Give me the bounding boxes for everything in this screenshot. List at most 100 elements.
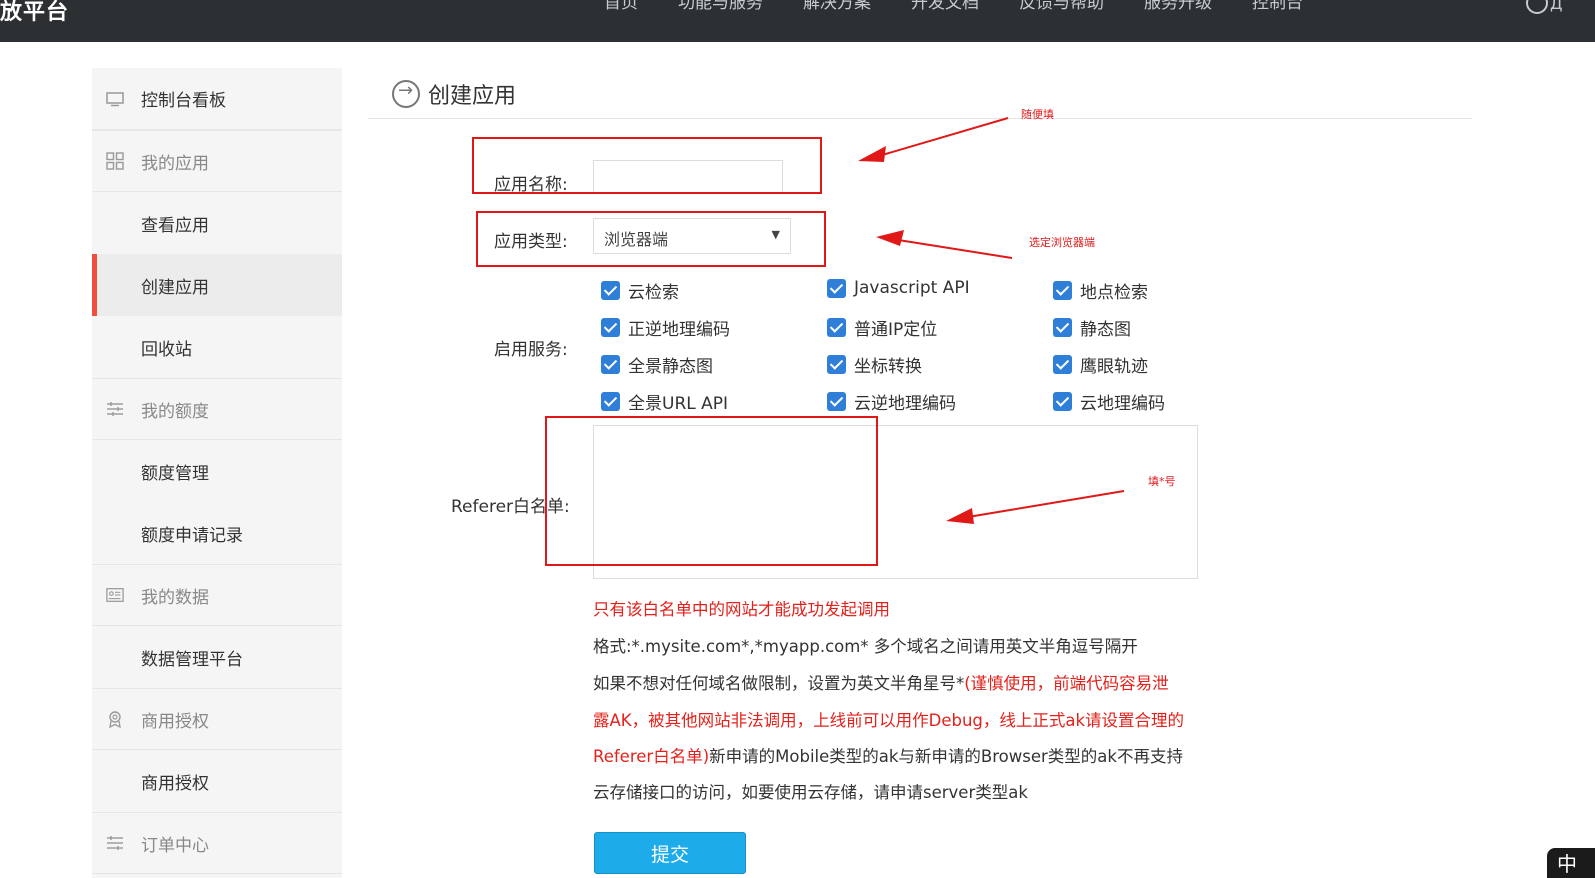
checkbox-checked-icon — [1053, 355, 1072, 374]
sidebar-item-label: 数据管理平台 — [141, 649, 243, 670]
checkbox-checked-icon — [1053, 281, 1072, 300]
top-bar: 放平台 首页 功能与服务 解决方案 开发文档 反馈与帮助 服务升级 控制台 Д — [0, 0, 1595, 42]
submit-button[interactable]: 提交 — [594, 832, 746, 874]
note-line4-warning: 露AK，被其他网站非法调用，上线前可以用作Debug，线上正式ak请设置合理的 — [593, 711, 1185, 730]
sidebar-item-label: 订单中心 — [141, 835, 209, 856]
sidebar-item-label: 我的额度 — [141, 401, 209, 422]
note-line3-text: 如果不想对任何域名做限制，设置为英文半角星号* — [593, 674, 965, 693]
service-label: 全景URL API — [628, 394, 729, 414]
award-icon — [106, 710, 124, 728]
checkbox-checked-icon — [827, 392, 846, 411]
note-line3: 如果不想对任何域名做限制，设置为英文半角星号*(谨慎使用，前端代码容易泄 — [593, 670, 1169, 694]
id-card-icon — [106, 586, 124, 604]
monitor-icon — [106, 90, 124, 108]
service-checkbox-place-search[interactable]: 地点检索 — [1053, 278, 1148, 303]
nav-item-solutions[interactable]: 解决方案 — [803, 0, 871, 18]
checkbox-checked-icon — [827, 278, 846, 298]
checkbox-checked-icon — [601, 355, 620, 374]
nav-item-upgrade[interactable]: 服务升级 — [1144, 0, 1212, 18]
sidebar-item-label: 控制台看板 — [141, 91, 226, 111]
sidebar-item-quota-requests[interactable]: 额度申请记录 — [92, 502, 342, 564]
sidebar-group-my-quota[interactable]: 我的额度 — [92, 378, 342, 440]
sidebar-item-label: 商用授权 — [141, 711, 209, 732]
sidebar-item-label: 查看应用 — [141, 215, 209, 236]
checkbox-checked-icon — [827, 318, 846, 337]
top-nav: 首页 功能与服务 解决方案 开发文档 反馈与帮助 服务升级 控制台 — [604, 0, 1343, 18]
service-label: 普通IP定位 — [854, 320, 938, 340]
service-checkbox-cloud-geocoding[interactable]: 云地理编码 — [1053, 389, 1165, 414]
nav-item-features[interactable]: 功能与服务 — [678, 0, 763, 18]
annotation-box-app-name — [472, 137, 822, 194]
note-line6: 云存储接口的访问，如要使用云存储，请申请server类型ak — [593, 783, 1028, 802]
sidebar-item-dashboard[interactable]: 控制台看板 — [92, 68, 342, 130]
service-checkbox-javascript-api[interactable]: Javascript API — [827, 278, 970, 298]
service-label: 地点检索 — [1080, 283, 1148, 303]
arrow-circle-icon — [392, 80, 420, 108]
nav-item-feedback[interactable]: 反馈与帮助 — [1019, 0, 1104, 18]
sidebar-group-commercial[interactable]: 商用授权 — [92, 688, 342, 750]
sidebar-item-data-platform[interactable]: 数据管理平台 — [92, 626, 342, 688]
sliders-icon — [106, 400, 124, 418]
sidebar-item-create-app[interactable]: 创建应用 — [92, 254, 342, 316]
checkbox-checked-icon — [601, 318, 620, 337]
checkbox-checked-icon — [827, 355, 846, 374]
sidebar-group-my-apps[interactable]: 我的应用 — [92, 130, 342, 192]
service-label: 鹰眼轨迹 — [1080, 357, 1148, 377]
sidebar-item-label: 回收站 — [141, 339, 192, 360]
service-checkbox-ip-location[interactable]: 普通IP定位 — [827, 315, 937, 340]
service-checkbox-eagle-eye[interactable]: 鹰眼轨迹 — [1053, 352, 1148, 377]
sidebar-item-label: 额度申请记录 — [141, 525, 243, 546]
sidebar-group-my-data[interactable]: 我的数据 — [92, 564, 342, 626]
service-checkbox-cloud-search[interactable]: 云检索 — [601, 278, 679, 303]
service-checkbox-panorama-static[interactable]: 全景静态图 — [601, 352, 713, 377]
user-menu-label[interactable]: Д — [1550, 0, 1563, 13]
annotation-box-app-type — [476, 211, 826, 267]
service-label: Javascript API — [854, 278, 970, 298]
sidebar-item-quota-management[interactable]: 额度管理 — [92, 440, 342, 502]
note-format: 格式:*.mysite.com*,*myapp.com* 多个域名之间请用英文半… — [593, 637, 1138, 656]
note-line5-text: 新申请的Mobile类型的ak与新申请的Browser类型的ak不再支持 — [709, 747, 1183, 766]
service-checkbox-static-map[interactable]: 静态图 — [1053, 315, 1131, 340]
sidebar-item-recycle-bin[interactable]: 回收站 — [92, 316, 342, 378]
sidebar-item-view-apps[interactable]: 查看应用 — [92, 192, 342, 254]
page-title: 创建应用 — [428, 84, 517, 109]
service-label: 正逆地理编码 — [628, 320, 730, 340]
annotation-arrow-2 — [876, 230, 1013, 259]
service-label: 坐标转换 — [854, 357, 922, 377]
user-icon[interactable] — [1526, 0, 1548, 14]
service-label: 全景静态图 — [628, 357, 713, 377]
sidebar-item-label: 额度管理 — [141, 463, 209, 484]
sidebar-item-label: 创建应用 — [141, 277, 209, 298]
service-checkbox-cloud-reverse-geocoding[interactable]: 云逆地理编码 — [827, 389, 956, 414]
sidebar: 控制台看板 我的应用 查看应用 创建应用 回收站 我的额度 额度管理 额度申请记… — [92, 68, 342, 878]
service-label: 云检索 — [628, 283, 679, 303]
sidebar-group-orders[interactable]: 订单中心 — [92, 812, 342, 874]
annotation-text-select-browser: 选定浏览器端 — [1029, 236, 1095, 249]
service-label: 静态图 — [1080, 320, 1131, 340]
list-icon — [106, 834, 124, 852]
brand-logo[interactable]: 放平台 — [0, 0, 69, 26]
service-checkbox-geocoding[interactable]: 正逆地理编码 — [601, 315, 730, 340]
checkbox-checked-icon — [1053, 318, 1072, 337]
annotation-text-fill-asterisk: 填*号 — [1148, 475, 1176, 488]
annotation-arrow-1 — [858, 117, 1009, 162]
note-line5-warning: Referer白名单) — [593, 747, 710, 766]
annotation-text-fill-anything: 随便填 — [1021, 108, 1054, 121]
checkbox-checked-icon — [601, 281, 620, 300]
annotation-box-referer — [545, 416, 878, 566]
sidebar-item-commercial-license[interactable]: 商用授权 — [92, 750, 342, 812]
nav-item-home[interactable]: 首页 — [604, 0, 638, 18]
service-label: 云逆地理编码 — [854, 394, 956, 414]
nav-item-docs[interactable]: 开发文档 — [911, 0, 979, 18]
nav-item-console[interactable]: 控制台 — [1252, 0, 1303, 18]
checkbox-checked-icon — [1053, 392, 1072, 411]
service-checkbox-coord-convert[interactable]: 坐标转换 — [827, 352, 922, 377]
service-checkbox-panorama-url[interactable]: 全景URL API — [601, 389, 728, 414]
service-label: 云地理编码 — [1080, 394, 1165, 414]
sidebar-item-label: 我的应用 — [141, 153, 209, 174]
note-line5: Referer白名单)新申请的Mobile类型的ak与新申请的Browser类型… — [593, 743, 1183, 767]
services-label: 启用服务: — [494, 340, 568, 360]
ime-indicator[interactable]: 中 — [1547, 848, 1595, 878]
grid-icon — [106, 152, 124, 170]
sidebar-item-label: 我的数据 — [141, 587, 209, 608]
